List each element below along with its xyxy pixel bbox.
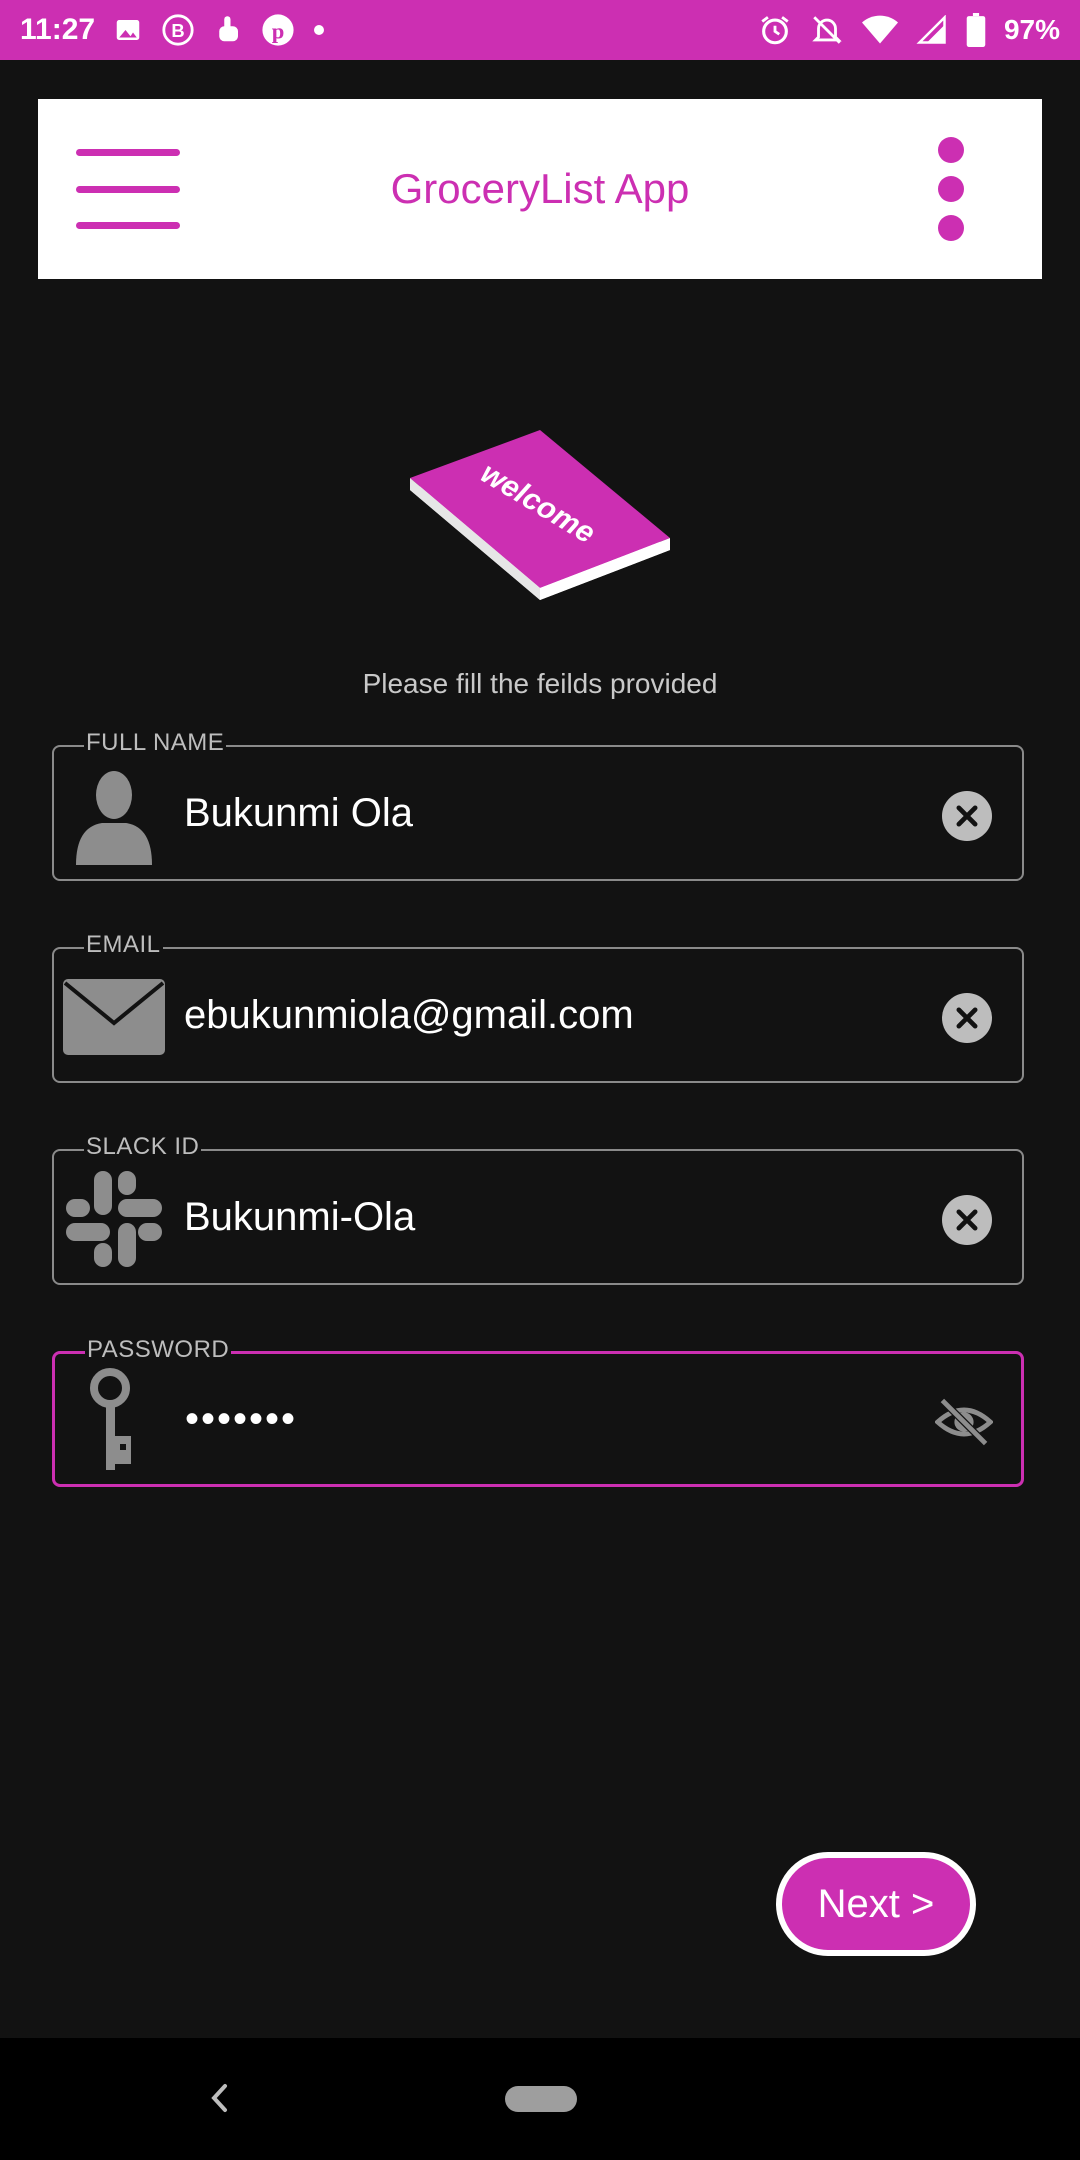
status-left: 11:27 B p <box>20 13 325 47</box>
svg-text:p: p <box>272 19 285 44</box>
slack-id-value: Bukunmi-Ola <box>184 1194 416 1239</box>
password-value: ••••••• <box>185 1396 298 1441</box>
visibility-off-icon[interactable] <box>935 1394 993 1450</box>
instruction-text: Please fill the feilds provided <box>362 668 718 699</box>
svg-text:B: B <box>171 20 184 41</box>
slack-id-field[interactable]: SLACK ID Bukunmi-Ola <box>52 1133 1024 1285</box>
wifi-icon <box>861 15 898 45</box>
next-button[interactable]: Next > <box>776 1852 976 1956</box>
app-bar: GroceryList App <box>38 99 1042 279</box>
battery-icon <box>966 13 986 47</box>
slack-icon <box>62 1167 166 1271</box>
full-name-field[interactable]: FULL NAME Bukunmi Ola <box>52 729 1024 881</box>
back-chevron-icon[interactable] <box>200 2078 240 2118</box>
notifications-off-icon <box>810 13 844 47</box>
clear-full-name-icon[interactable] <box>942 791 992 841</box>
key-icon <box>63 1368 167 1472</box>
app-title: GroceryList App <box>390 165 690 212</box>
battery-percentage: 97% <box>1003 14 1060 45</box>
navigation-bar <box>0 2038 1080 2160</box>
email-label: EMAIL <box>84 931 163 959</box>
home-pill[interactable] <box>505 2086 577 2112</box>
status-right: 97% <box>758 13 1060 47</box>
mail-icon <box>62 965 166 1069</box>
image-icon <box>113 15 143 45</box>
status-time: 11:27 <box>20 13 96 46</box>
email-field[interactable]: EMAIL ebukunmiola@gmail.com <box>52 931 1024 1083</box>
alarm-icon <box>758 13 792 47</box>
signal-icon <box>916 15 948 45</box>
dot-icon <box>313 24 325 36</box>
hamburger-menu-icon[interactable] <box>76 149 180 229</box>
pinterest-icon: p <box>261 13 295 47</box>
more-vert-icon[interactable] <box>936 137 966 241</box>
person-icon <box>62 763 166 867</box>
b-badge-icon: B <box>161 13 195 47</box>
clear-slack-id-icon[interactable] <box>942 1195 992 1245</box>
status-bar: 11:27 B p 97% <box>0 0 1080 60</box>
full-name-value: Bukunmi Ola <box>184 790 413 835</box>
clear-email-icon[interactable] <box>942 993 992 1043</box>
password-field[interactable]: PASSWORD ••••••• <box>52 1336 1024 1487</box>
touch-icon <box>213 13 243 47</box>
email-value: ebukunmiola@gmail.com <box>184 992 634 1037</box>
welcome-mat-illustration: welcome <box>410 430 670 600</box>
